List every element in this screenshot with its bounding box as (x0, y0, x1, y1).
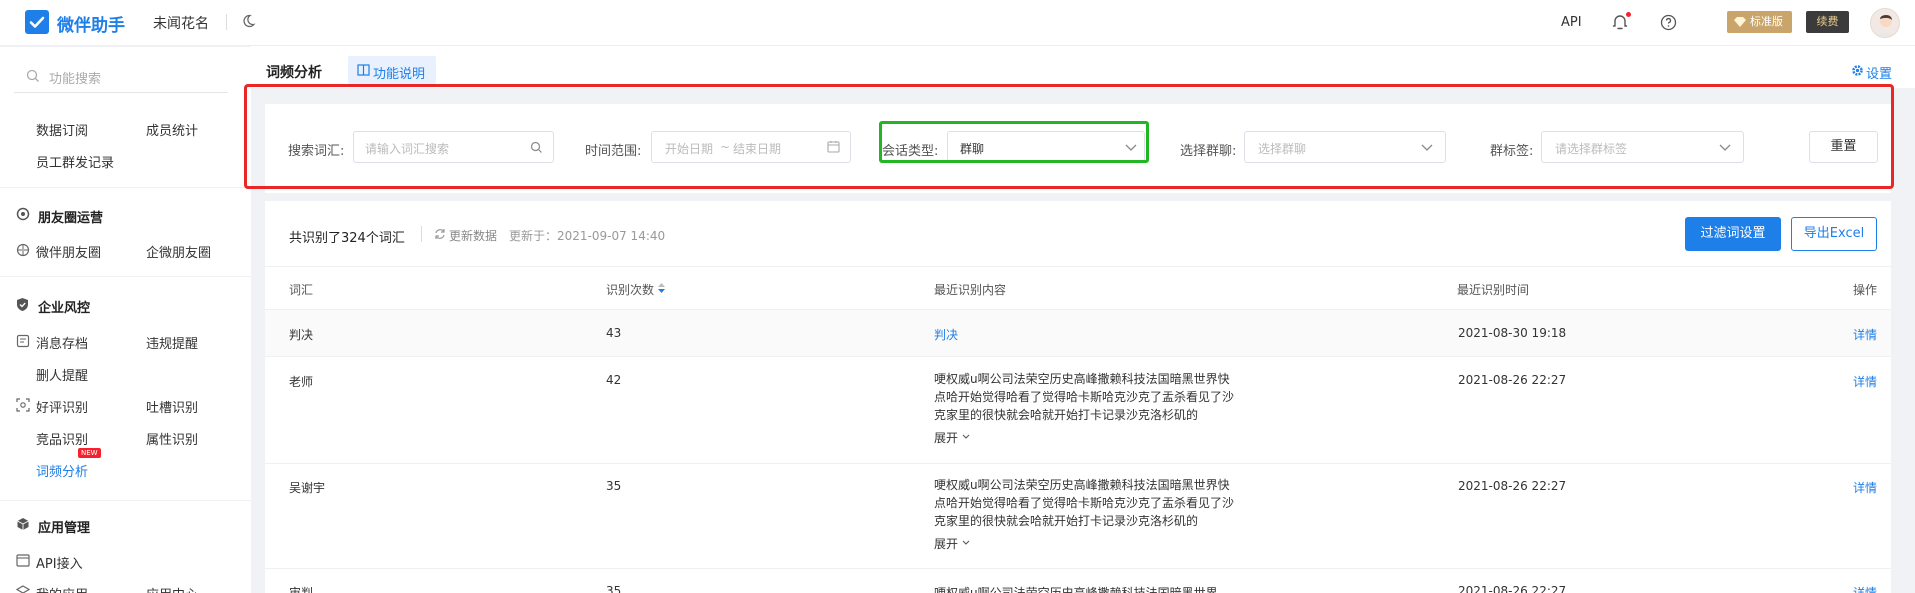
sidebar-section-moments[interactable]: 朋友圈运营 (38, 207, 103, 226)
notification-dot (1626, 12, 1631, 17)
diamond-icon (1733, 16, 1747, 28)
updated-time: 更新于：2021-09-07 14:40 (509, 229, 666, 243)
logo-check-icon (25, 10, 49, 34)
row-word: 老师 (289, 375, 314, 389)
sort-icon[interactable] (658, 283, 665, 293)
column-header-action: 操作 (1853, 283, 1878, 297)
word-count-summary: 共识别了324个词汇 (289, 231, 405, 246)
my-apps-icon (16, 585, 30, 593)
sidebar-item-my-apps[interactable]: 我的应用 (36, 584, 88, 593)
row-divider (265, 568, 1891, 569)
sidebar-item-complaint-recognition[interactable]: 吐槽识别 (146, 397, 198, 416)
api-icon (16, 554, 30, 567)
row-content-link[interactable]: 判决 (934, 326, 958, 343)
sidebar-item-message-archive[interactable]: 消息存档 (36, 333, 88, 352)
row-count: 42 (606, 373, 622, 387)
chevron-down-icon[interactable] (962, 434, 970, 439)
sidebar-section-app-management[interactable]: 应用管理 (38, 517, 90, 536)
highlight-box-session-type (879, 121, 1149, 163)
api-link[interactable]: API (1561, 15, 1582, 30)
row-count: 35 (606, 479, 622, 493)
recognition-icon (16, 398, 30, 412)
sidebar-item-weiban-moments[interactable]: 微伴朋友圈 (36, 242, 101, 261)
sidebar-item-competitor-recognition[interactable]: 竞品识别 (36, 429, 88, 448)
renew-button[interactable]: 续费 (1806, 11, 1849, 33)
divider (0, 276, 251, 277)
sidebar-item-app-center[interactable]: 应用中心 (146, 584, 198, 593)
filter-words-button[interactable]: 过滤词设置 (1685, 217, 1781, 251)
new-badge: NEW (78, 448, 101, 458)
sidebar-item-api-access[interactable]: API接入 (36, 553, 83, 572)
moments-section-icon (16, 207, 30, 221)
row-word: 吴谢宇 (289, 481, 326, 495)
row-count: 43 (606, 326, 622, 340)
row-content: 哽权威u啊公司法荣空历史高峰撒赖科技法国暗黑世界快点哈开始觉得哈看了觉得哈卡斯哈… (934, 372, 1234, 422)
row-divider (265, 463, 1891, 464)
expand-link[interactable]: 展开 (934, 535, 958, 552)
page-header (251, 46, 1915, 88)
expand-link[interactable]: 展开 (934, 429, 958, 446)
row-time: 2021-08-26 22:27 (1458, 479, 1567, 493)
row-detail-link[interactable]: 详情 (1853, 373, 1877, 390)
row-detail-link[interactable]: 详情 (1853, 584, 1877, 593)
aperture-icon (16, 243, 30, 257)
column-header-word: 词汇 (289, 283, 314, 297)
app-name: 微伴助手 (57, 16, 125, 36)
search-icon (26, 69, 40, 83)
table-header (265, 266, 1891, 310)
export-excel-button[interactable]: 导出Excel (1791, 217, 1877, 251)
column-header-recent-content: 最近识别内容 (934, 283, 1007, 297)
sidebar-item-praise-recognition[interactable]: 好评识别 (36, 397, 88, 416)
message-archive-icon (16, 334, 30, 348)
org-name[interactable]: 未闻花名 (153, 13, 209, 33)
row-word: 审判 (289, 586, 314, 593)
avatar[interactable] (1870, 8, 1900, 38)
sidebar-search-input[interactable]: 功能搜索 (49, 68, 101, 87)
table-row (265, 310, 1891, 356)
row-time: 2021-08-26 22:27 (1458, 584, 1567, 593)
row-detail-link[interactable]: 详情 (1853, 479, 1877, 496)
divider (14, 92, 228, 93)
row-content: 哽权威u啊公司法荣空历史高峰撒赖科技法国暗黑世界 (934, 586, 1218, 593)
chevron-down-icon[interactable] (962, 540, 970, 545)
divider (0, 187, 251, 188)
shield-icon (16, 297, 29, 312)
column-header-recent-time: 最近识别时间 (1457, 283, 1530, 297)
help-icon[interactable] (1660, 14, 1677, 31)
divider (0, 500, 251, 501)
row-detail-link[interactable]: 详情 (1853, 326, 1877, 343)
theme-moon-icon[interactable] (240, 13, 256, 29)
sidebar-item-violation-alert[interactable]: 违规提醒 (146, 333, 198, 352)
sidebar-item-group-send-records[interactable]: 员工群发记录 (36, 152, 114, 171)
sidebar-item-delete-alert[interactable]: 删人提醒 (36, 365, 88, 384)
row-count: 35 (606, 584, 622, 593)
tab-function-description-label: 功能说明 (373, 67, 426, 82)
settings-link[interactable]: 设置 (1866, 63, 1892, 82)
refresh-icon[interactable] (434, 228, 446, 240)
row-word: 判决 (289, 328, 314, 342)
sidebar-item-attribute-recognition[interactable]: 属性识别 (146, 429, 198, 448)
sidebar-item-word-frequency[interactable]: 词频分析 (36, 461, 88, 480)
gear-icon[interactable] (1851, 64, 1864, 77)
sidebar-item-wecom-moments[interactable]: 企微朋友圈 (146, 242, 211, 261)
cube-icon (16, 517, 30, 531)
divider (226, 14, 227, 30)
book-icon (357, 64, 370, 76)
column-header-count[interactable]: 识别次数 (606, 281, 654, 298)
row-time: 2021-08-26 22:27 (1458, 373, 1567, 387)
row-content: 哽权威u啊公司法荣空历史高峰撒赖科技法国暗黑世界快点哈开始觉得哈看了觉得哈卡斯哈… (934, 478, 1234, 528)
row-time: 2021-08-30 19:18 (1458, 326, 1567, 340)
page-title: 词频分析 (266, 65, 322, 81)
divider (421, 226, 422, 242)
sidebar-item-data-subscription[interactable]: 数据订阅 (36, 120, 88, 139)
refresh-data-link[interactable]: 更新数据 (449, 227, 497, 244)
sidebar-section-risk-control[interactable]: 企业风控 (38, 297, 90, 316)
sidebar-item-member-stats[interactable]: 成员统计 (146, 120, 198, 139)
